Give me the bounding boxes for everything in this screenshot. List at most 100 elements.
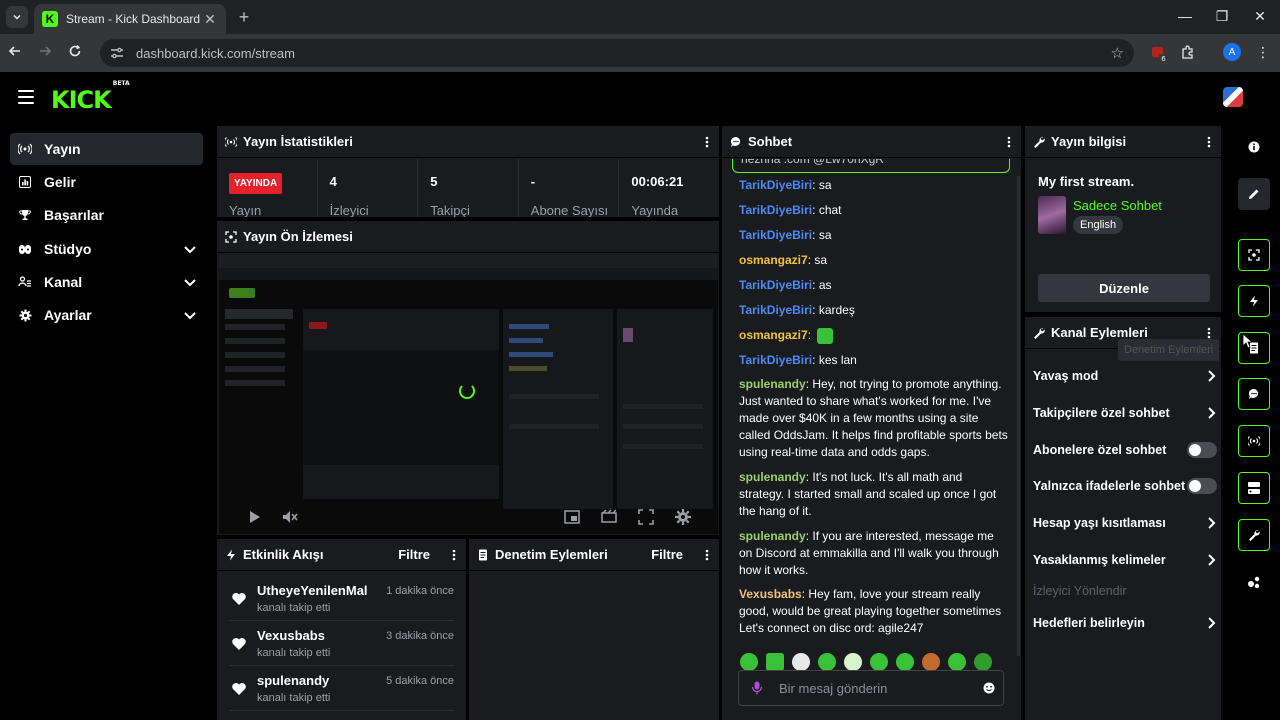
chevron-right-icon — [1208, 617, 1216, 629]
emoji-icon[interactable] — [983, 682, 995, 694]
stat-uptime: 00:06:21 Yayında — [619, 159, 719, 217]
sidebar-item-label: Ayarlar — [44, 307, 92, 323]
activity-username: Vexusbabs — [257, 628, 325, 643]
forward-button[interactable] — [38, 44, 58, 58]
browser-menu-icon[interactable]: ⋮ — [1256, 44, 1270, 61]
emote-icon[interactable] — [844, 653, 862, 671]
hamburger-menu-icon[interactable] — [18, 90, 34, 104]
chat-username[interactable]: TarikDiyeBiri — [739, 278, 812, 292]
minimize-button[interactable]: — — [1170, 8, 1200, 24]
moderation-actions-panel: Denetim Eylemleri Filtre — [469, 539, 719, 720]
kick-logo[interactable]: KICKBETA — [51, 80, 130, 113]
picture-in-picture-icon[interactable] — [563, 508, 581, 526]
emote-icon[interactable] — [922, 653, 940, 671]
edit-rail-button[interactable] — [1238, 178, 1270, 210]
emote-icon[interactable] — [740, 653, 758, 671]
chat-username[interactable]: TarikDiyeBiri — [739, 228, 812, 242]
chat-username[interactable]: TarikDiyeBiri — [739, 178, 812, 192]
stream-preview-video[interactable] — [219, 254, 718, 534]
sidebar-item-basarilar[interactable]: Başarılar — [10, 199, 203, 231]
fullscreen-icon[interactable] — [637, 508, 655, 526]
stream-info-rail-button[interactable] — [1238, 472, 1270, 504]
new-tab-button[interactable]: + — [234, 7, 254, 28]
mute-icon[interactable] — [281, 508, 299, 526]
emotes-only-toggle[interactable] — [1187, 478, 1217, 494]
chat-message-input[interactable]: Bir mesaj gönderin — [738, 670, 1004, 706]
more-options-icon[interactable] — [1007, 136, 1011, 148]
stream-category[interactable]: Sadece Sohbet — [1073, 198, 1162, 213]
activity-item[interactable]: Vexusbabs kanalı takip etti 3 dakika önc… — [229, 622, 454, 666]
chat-message: TarikDiyeBiri: sa — [739, 177, 1009, 194]
emote-icon[interactable] — [948, 653, 966, 671]
preview-rail-button[interactable] — [1238, 239, 1270, 271]
chat-messages[interactable]: hezhna .com @Lw70hXgR TarikDiyeBiri: sa … — [722, 159, 1021, 649]
bookmark-star-icon[interactable]: ☆ — [1111, 44, 1124, 62]
chat-username[interactable]: TarikDiyeBiri — [739, 203, 812, 217]
live-badge: YAYINDA — [229, 173, 283, 194]
sidebar-item-studyo[interactable]: Stüdyo — [10, 233, 203, 265]
more-options-icon[interactable] — [1207, 327, 1211, 339]
emote-icon[interactable] — [974, 653, 992, 671]
microphone-icon[interactable] — [751, 681, 763, 695]
tab-search-button[interactable] — [6, 6, 28, 28]
browser-tab[interactable]: K Stream - Kick Dashboard ✕ — [34, 4, 226, 34]
more-options-icon[interactable] — [705, 549, 709, 561]
user-avatar[interactable] — [1223, 87, 1243, 107]
url-input[interactable]: dashboard.kick.com/stream ☆ — [100, 39, 1134, 67]
chat-scrollbar[interactable] — [1017, 176, 1020, 656]
chat-rail-button[interactable] — [1238, 378, 1270, 410]
chat-username[interactable]: spulenandy — [739, 377, 806, 391]
emote-icon[interactable] — [896, 653, 914, 671]
followers-only-chat-item[interactable]: Takipçilere özel sohbet — [1033, 402, 1217, 424]
emote-icon — [817, 327, 834, 344]
chat-username[interactable]: osmangazi7 — [739, 328, 808, 342]
chat-username[interactable]: Vexusbabs — [739, 587, 802, 601]
more-options-icon[interactable] — [452, 549, 456, 561]
chat-username[interactable]: spulenandy — [739, 529, 806, 543]
chat-username[interactable]: spulenandy — [739, 470, 806, 484]
activity-item[interactable]: UtheyeYenilenMal kanalı takip etti 1 dak… — [229, 577, 454, 621]
add-widget-rail-button[interactable] — [1238, 566, 1270, 598]
site-settings-icon[interactable] — [110, 47, 128, 59]
chat-username[interactable]: TarikDiyeBiri — [739, 353, 812, 367]
info-rail-button[interactable] — [1238, 131, 1270, 163]
slow-mode-item[interactable]: Yavaş mod — [1033, 365, 1217, 387]
sidebar-item-gelir[interactable]: Gelir — [10, 166, 203, 198]
stat-label: İzleyici — [329, 203, 369, 217]
set-goals-item[interactable]: Hedefleri belirleyin — [1033, 612, 1217, 634]
more-options-icon[interactable] — [1207, 136, 1211, 148]
chat-username[interactable]: TarikDiyeBiri — [739, 303, 812, 317]
chat-username[interactable]: osmangazi7 — [739, 253, 808, 267]
extension-badge-icon[interactable]: 6 — [1150, 44, 1168, 62]
browser-profile-avatar[interactable]: A — [1223, 43, 1241, 61]
emote-icon[interactable] — [818, 653, 836, 671]
sidebar-item-yayin[interactable]: Yayın — [10, 133, 203, 165]
sidebar-item-ayarlar[interactable]: Ayarlar — [10, 299, 203, 331]
more-options-icon[interactable] — [705, 136, 709, 148]
reload-button[interactable] — [68, 44, 88, 58]
maximize-button[interactable]: ❐ — [1207, 8, 1237, 25]
emote-icon[interactable] — [870, 653, 888, 671]
settings-gear-icon[interactable] — [674, 508, 692, 526]
stats-rail-button[interactable] — [1238, 425, 1270, 457]
sidebar-item-kanal[interactable]: Kanal — [10, 266, 203, 298]
moderation-filter-button[interactable]: Filtre — [651, 547, 683, 562]
play-icon[interactable] — [245, 508, 263, 526]
subscribers-only-toggle[interactable] — [1187, 442, 1217, 458]
theater-mode-icon[interactable] — [600, 508, 618, 526]
edit-stream-button[interactable]: Düzenle — [1038, 274, 1210, 302]
banned-words-item[interactable]: Yasaklanmış kelimeler — [1033, 549, 1217, 571]
stats-row: YAYINDA Yayın 4 İzleyici 5 Takipçi - Abo… — [217, 159, 719, 217]
activity-item[interactable]: spulenandy kanalı takip etti 5 dakika ön… — [229, 667, 454, 711]
back-button[interactable] — [8, 44, 28, 58]
activity-filter-button[interactable]: Filtre — [398, 547, 430, 562]
close-window-button[interactable]: ✕ — [1245, 8, 1275, 25]
emote-icon[interactable] — [766, 653, 784, 671]
account-age-item[interactable]: Hesap yaşı kısıtlaması — [1033, 512, 1217, 534]
emote-icon[interactable] — [792, 653, 810, 671]
close-tab-icon[interactable]: ✕ — [202, 11, 218, 28]
activity-rail-button[interactable] — [1238, 285, 1270, 317]
activity-action: kanalı takip etti — [257, 602, 331, 614]
channel-actions-rail-button[interactable] — [1238, 519, 1270, 551]
extensions-puzzle-icon[interactable] — [1180, 44, 1198, 62]
